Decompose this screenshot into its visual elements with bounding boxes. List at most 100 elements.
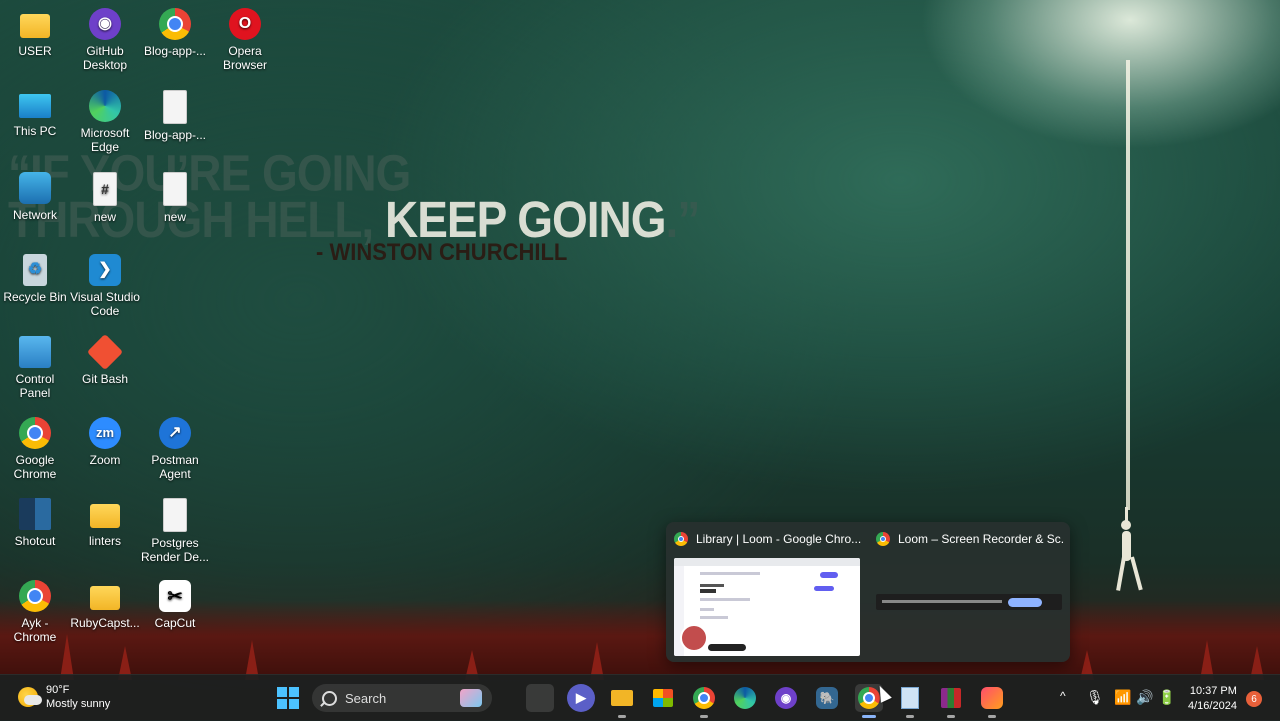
- desktop-icon-label: CapCut: [154, 616, 196, 630]
- chrome-icon: [19, 417, 51, 449]
- taskbar-file-explorer[interactable]: [608, 684, 636, 718]
- recorder-controls: [708, 644, 746, 651]
- desktop-icon-git-bash[interactable]: Git Bash: [70, 333, 140, 386]
- taskbar-winrar[interactable]: [937, 684, 965, 718]
- desktop-icon-label: RubyCapst...: [70, 616, 140, 630]
- desktop-icon-rubycapstone[interactable]: RubyCapst...: [70, 580, 140, 630]
- quote-line-2-end: .”: [665, 190, 701, 248]
- chrome-icon: [876, 532, 890, 546]
- desktop-icon-vscode[interactable]: ❯ Visual Studio Code: [70, 254, 140, 318]
- wifi-icon[interactable]: 📶: [1114, 689, 1131, 706]
- desktop-icon-edge[interactable]: Microsoft Edge: [70, 90, 140, 154]
- taskbar-thumbnail-popup: Library | Loom - Google Chro... Loom – S…: [666, 522, 1070, 662]
- network-icon: [19, 172, 51, 204]
- volume-icon[interactable]: 🔊: [1136, 689, 1153, 706]
- document-icon: [163, 172, 187, 206]
- desktop-icon-label: Shotcut: [14, 534, 56, 548]
- window-preview-thumbnail[interactable]: [876, 594, 1062, 610]
- start-button[interactable]: [274, 684, 302, 712]
- folder-icon: [20, 14, 50, 38]
- desktop-icon-github-desktop[interactable]: ◉ GitHub Desktop: [70, 8, 140, 72]
- desktop-icon-google-chrome[interactable]: Google Chrome: [0, 417, 70, 481]
- desktop-icon-postgres-render[interactable]: Postgres Render De...: [140, 498, 210, 564]
- desktop-icon-shotcut[interactable]: Shotcut: [0, 498, 70, 548]
- search-highlight-icon: [460, 689, 482, 707]
- clock-date: 4/16/2024: [1188, 700, 1237, 712]
- desktop-icon-label: Blog-app-...: [143, 44, 207, 58]
- wallpaper-climber-figure: [1116, 507, 1143, 591]
- document-icon: [163, 498, 187, 532]
- desktop-icon-label: Git Bash: [81, 372, 129, 386]
- desktop-icon-control-panel[interactable]: Control Panel: [0, 336, 70, 400]
- github-desktop-icon: ◉: [89, 8, 121, 40]
- clock-time: 10:37 PM: [1189, 685, 1237, 697]
- tray-overflow-chevron-icon[interactable]: ^: [1060, 689, 1066, 703]
- postgres-elephant-icon: 🐘: [816, 687, 838, 709]
- desktop-icon-label: Blog-app-...: [143, 128, 207, 142]
- window-preview-thumbnail[interactable]: [674, 558, 860, 656]
- desktop-icon-new-2[interactable]: new: [140, 172, 210, 224]
- desktop-icon-label: Zoom: [89, 453, 121, 467]
- desktop-icon-label: linters: [88, 534, 121, 548]
- capcut-icon: ✂: [159, 580, 191, 612]
- desktop-icon-label: Visual Studio Code: [70, 290, 140, 318]
- notification-badge[interactable]: 6: [1246, 691, 1262, 707]
- taskbar-screen-recorder[interactable]: [978, 684, 1006, 718]
- desktop-icon-recycle-bin[interactable]: ♻ Recycle Bin: [0, 254, 70, 304]
- vscode-icon: ❯: [89, 254, 121, 286]
- desktop-icon-capcut[interactable]: ✂ CapCut: [140, 580, 210, 630]
- desktop-icon-opera[interactable]: O Opera Browser: [210, 8, 280, 72]
- desktop-icon-blog-app-doc[interactable]: Blog-app-...: [140, 90, 210, 142]
- window-preview-title-bar: Library | Loom - Google Chro...: [674, 532, 862, 546]
- desktop-icon-label: Postman Agent: [151, 453, 199, 481]
- desktop-icon-user[interactable]: USER: [0, 8, 70, 58]
- window-preview-title: Loom – Screen Recorder & Sc...: [898, 532, 1064, 546]
- battery-icon[interactable]: 🔋: [1158, 689, 1175, 706]
- weather-widget[interactable]: 90°F Mostly sunny: [18, 683, 110, 711]
- window-preview-title: Library | Loom - Google Chro...: [696, 532, 862, 546]
- notepad-icon: [901, 687, 919, 709]
- edge-icon: [89, 90, 121, 122]
- taskbar-ms-store[interactable]: [649, 684, 677, 712]
- desktop-icon-blog-app-chrome[interactable]: Blog-app-...: [140, 8, 210, 58]
- wallpaper-rope: [1126, 60, 1130, 510]
- desktop-icon-label: Google Chrome: [13, 453, 57, 481]
- desktop-icon-label: Recycle Bin: [3, 290, 67, 304]
- desktop-icon-ayk-chrome[interactable]: Ayk - Chrome: [0, 580, 70, 644]
- weather-desc: Mostly sunny: [46, 698, 111, 710]
- window-preview-library-loom[interactable]: Library | Loom - Google Chro...: [666, 522, 866, 662]
- task-view-icon[interactable]: [526, 684, 554, 712]
- taskbar-pgadmin[interactable]: 🐘: [813, 684, 841, 712]
- taskbar-edge[interactable]: [731, 684, 759, 712]
- desktop-icon-zoom[interactable]: zm Zoom: [70, 417, 140, 467]
- taskbar-github-desktop[interactable]: ◉: [772, 684, 800, 712]
- desktop-icon-this-pc[interactable]: This PC: [0, 90, 70, 138]
- clock[interactable]: 10:37 PM 4/16/2024: [1188, 684, 1237, 714]
- chrome-icon: [19, 580, 51, 612]
- window-preview-loom-recorder[interactable]: Loom – Screen Recorder & Sc...: [868, 522, 1068, 662]
- desktop-icon-label: Microsoft Edge: [80, 126, 130, 154]
- teams-chat-icon[interactable]: ▶: [567, 684, 595, 712]
- chrome-icon: [674, 532, 688, 546]
- taskbar-chrome-1[interactable]: [690, 684, 718, 718]
- folder-icon: [611, 690, 633, 706]
- desktop-icon-label: Control Panel: [15, 372, 55, 400]
- desktop-icon-postman[interactable]: ↗ Postman Agent: [140, 417, 210, 481]
- chrome-icon: [159, 8, 191, 40]
- desktop-icon-label: Postgres Render De...: [140, 536, 210, 564]
- desktop-icon-label: Opera Browser: [222, 44, 267, 72]
- opera-icon: O: [229, 8, 261, 40]
- taskbar-notepad[interactable]: [896, 684, 924, 718]
- store-icon: [653, 689, 673, 707]
- desktop-icon-new-1[interactable]: # new: [70, 172, 140, 224]
- archive-icon: [941, 688, 961, 708]
- microphone-icon[interactable]: 🎙: [1086, 689, 1104, 706]
- taskbar-search[interactable]: Search: [312, 684, 492, 712]
- desktop-icon-linters[interactable]: linters: [70, 498, 140, 548]
- taskbar: 90°F Mostly sunny Search ▶ ◉ 🐘 ^ 🎙 📶 🔊 🔋…: [0, 674, 1280, 721]
- recycle-bin-icon: ♻: [23, 254, 47, 286]
- edge-icon: [734, 687, 756, 709]
- git-bash-icon: [86, 333, 124, 371]
- windows-logo-icon: [277, 687, 299, 709]
- desktop-icon-network[interactable]: Network: [0, 172, 70, 222]
